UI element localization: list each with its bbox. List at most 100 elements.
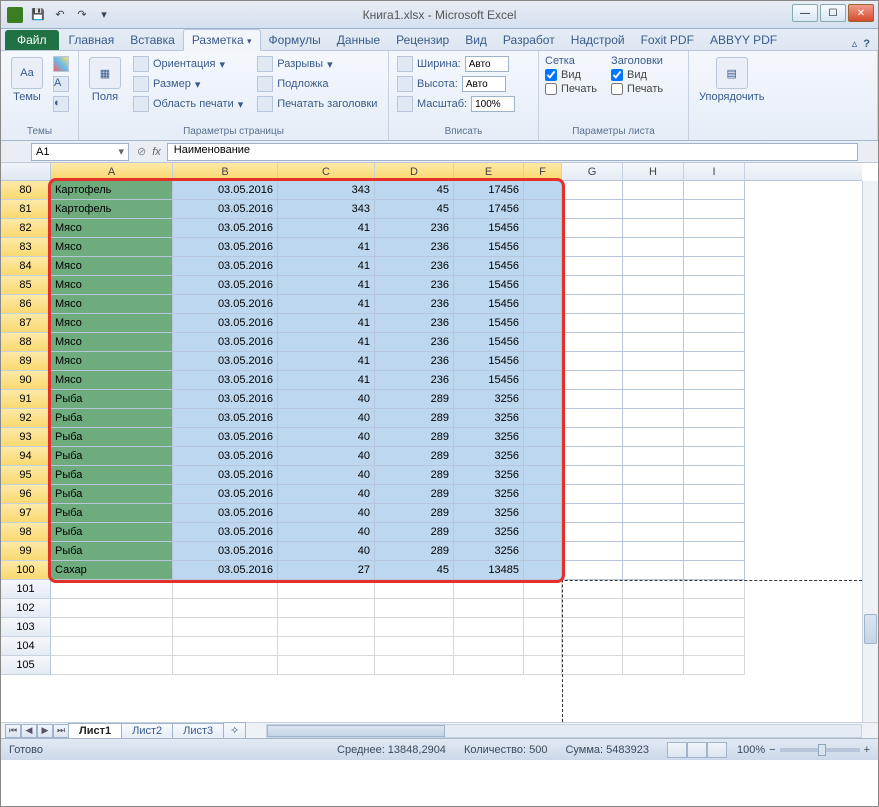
cell[interactable]: 03.05.2016 — [173, 542, 278, 561]
cell[interactable] — [173, 599, 278, 618]
row-header[interactable]: 99 — [1, 542, 51, 561]
cell[interactable]: 3256 — [454, 428, 524, 447]
row-header[interactable]: 94 — [1, 447, 51, 466]
cell[interactable] — [684, 504, 745, 523]
cell[interactable]: 289 — [375, 485, 454, 504]
cell[interactable]: Мясо — [51, 333, 173, 352]
cell[interactable] — [623, 447, 684, 466]
formula-input[interactable]: Наименование — [167, 143, 858, 161]
cell[interactable] — [684, 599, 745, 618]
cell[interactable] — [684, 656, 745, 675]
sheet-nav-last[interactable]: ⏭ — [53, 724, 69, 738]
cell[interactable] — [454, 580, 524, 599]
orientation-button[interactable]: Ориентация ▾ — [131, 55, 245, 73]
width-input[interactable] — [465, 56, 509, 72]
cell[interactable]: 41 — [278, 333, 375, 352]
cell[interactable] — [623, 238, 684, 257]
cell[interactable]: 289 — [375, 447, 454, 466]
cell[interactable]: 40 — [278, 542, 375, 561]
themes-button[interactable]: Aa Темы — [7, 55, 47, 105]
row-header[interactable]: 84 — [1, 257, 51, 276]
cell[interactable]: 15456 — [454, 371, 524, 390]
cell[interactable]: 03.05.2016 — [173, 447, 278, 466]
theme-colors-button[interactable] — [51, 55, 71, 73]
row-header[interactable]: 81 — [1, 200, 51, 219]
cell[interactable]: 03.05.2016 — [173, 561, 278, 580]
cell[interactable] — [684, 409, 745, 428]
cell[interactable]: Рыба — [51, 523, 173, 542]
tab-data[interactable]: Данные — [329, 30, 388, 50]
cell[interactable] — [375, 656, 454, 675]
cell[interactable]: Рыба — [51, 485, 173, 504]
row-header[interactable]: 100 — [1, 561, 51, 580]
cell[interactable]: 15456 — [454, 219, 524, 238]
cell[interactable] — [524, 238, 562, 257]
cell[interactable] — [623, 276, 684, 295]
background-button[interactable]: Подложка — [255, 75, 379, 93]
cell[interactable]: 27 — [278, 561, 375, 580]
cell[interactable]: Картофель — [51, 181, 173, 200]
size-button[interactable]: Размер ▾ — [131, 75, 245, 93]
cell[interactable]: Мясо — [51, 371, 173, 390]
cell[interactable] — [684, 542, 745, 561]
cell[interactable]: Мясо — [51, 276, 173, 295]
cell[interactable] — [684, 637, 745, 656]
fx-icon[interactable]: ⊘ — [137, 145, 146, 158]
cell[interactable] — [524, 504, 562, 523]
cell[interactable]: 41 — [278, 238, 375, 257]
cell[interactable] — [684, 219, 745, 238]
column-header-H[interactable]: H — [623, 163, 684, 180]
select-all-corner[interactable] — [1, 163, 51, 180]
namebox-dropdown-icon[interactable]: ▾ — [118, 145, 124, 158]
cell[interactable]: Рыба — [51, 542, 173, 561]
column-header-I[interactable]: I — [684, 163, 745, 180]
cell[interactable]: 41 — [278, 371, 375, 390]
zoom-in-button[interactable]: + — [864, 744, 870, 756]
cell[interactable] — [524, 314, 562, 333]
fx-label[interactable]: fx — [152, 146, 161, 158]
print-titles-button[interactable]: Печатать заголовки — [255, 95, 379, 113]
cell[interactable]: 03.05.2016 — [173, 485, 278, 504]
cell[interactable] — [684, 352, 745, 371]
cell[interactable] — [454, 637, 524, 656]
breaks-button[interactable]: Разрывы ▾ — [255, 55, 379, 73]
cell[interactable] — [684, 295, 745, 314]
cell[interactable]: 15456 — [454, 238, 524, 257]
sheet-nav-first[interactable]: ⏮ — [5, 724, 21, 738]
cell[interactable] — [684, 314, 745, 333]
system-icon[interactable] — [7, 7, 23, 23]
cell[interactable]: 41 — [278, 314, 375, 333]
cell[interactable]: 15456 — [454, 333, 524, 352]
row-header[interactable]: 87 — [1, 314, 51, 333]
row-header[interactable]: 104 — [1, 637, 51, 656]
cell[interactable] — [278, 618, 375, 637]
cell[interactable] — [524, 333, 562, 352]
cell[interactable] — [524, 200, 562, 219]
cell[interactable] — [684, 257, 745, 276]
tab-file[interactable]: Файл — [5, 30, 59, 50]
cell[interactable] — [684, 371, 745, 390]
cell[interactable] — [524, 447, 562, 466]
cell[interactable]: Мясо — [51, 219, 173, 238]
cell[interactable] — [562, 295, 623, 314]
cell[interactable]: 03.05.2016 — [173, 523, 278, 542]
cell[interactable] — [684, 523, 745, 542]
cell[interactable]: 03.05.2016 — [173, 466, 278, 485]
cell[interactable] — [562, 485, 623, 504]
cell[interactable]: Мясо — [51, 352, 173, 371]
cell[interactable] — [562, 561, 623, 580]
cell[interactable]: 3256 — [454, 466, 524, 485]
cell[interactable] — [684, 181, 745, 200]
tab-abbyy[interactable]: ABBYY PDF — [702, 30, 785, 50]
hscroll-thumb[interactable] — [267, 725, 445, 737]
cell[interactable] — [454, 618, 524, 637]
cell[interactable]: 41 — [278, 295, 375, 314]
row-header[interactable]: 90 — [1, 371, 51, 390]
cell[interactable]: 236 — [375, 257, 454, 276]
cell[interactable] — [562, 200, 623, 219]
scale-input[interactable] — [471, 96, 515, 112]
cell[interactable] — [51, 637, 173, 656]
cell[interactable] — [623, 181, 684, 200]
zoom-slider[interactable] — [780, 748, 860, 752]
help-icon[interactable]: ? — [863, 38, 870, 50]
